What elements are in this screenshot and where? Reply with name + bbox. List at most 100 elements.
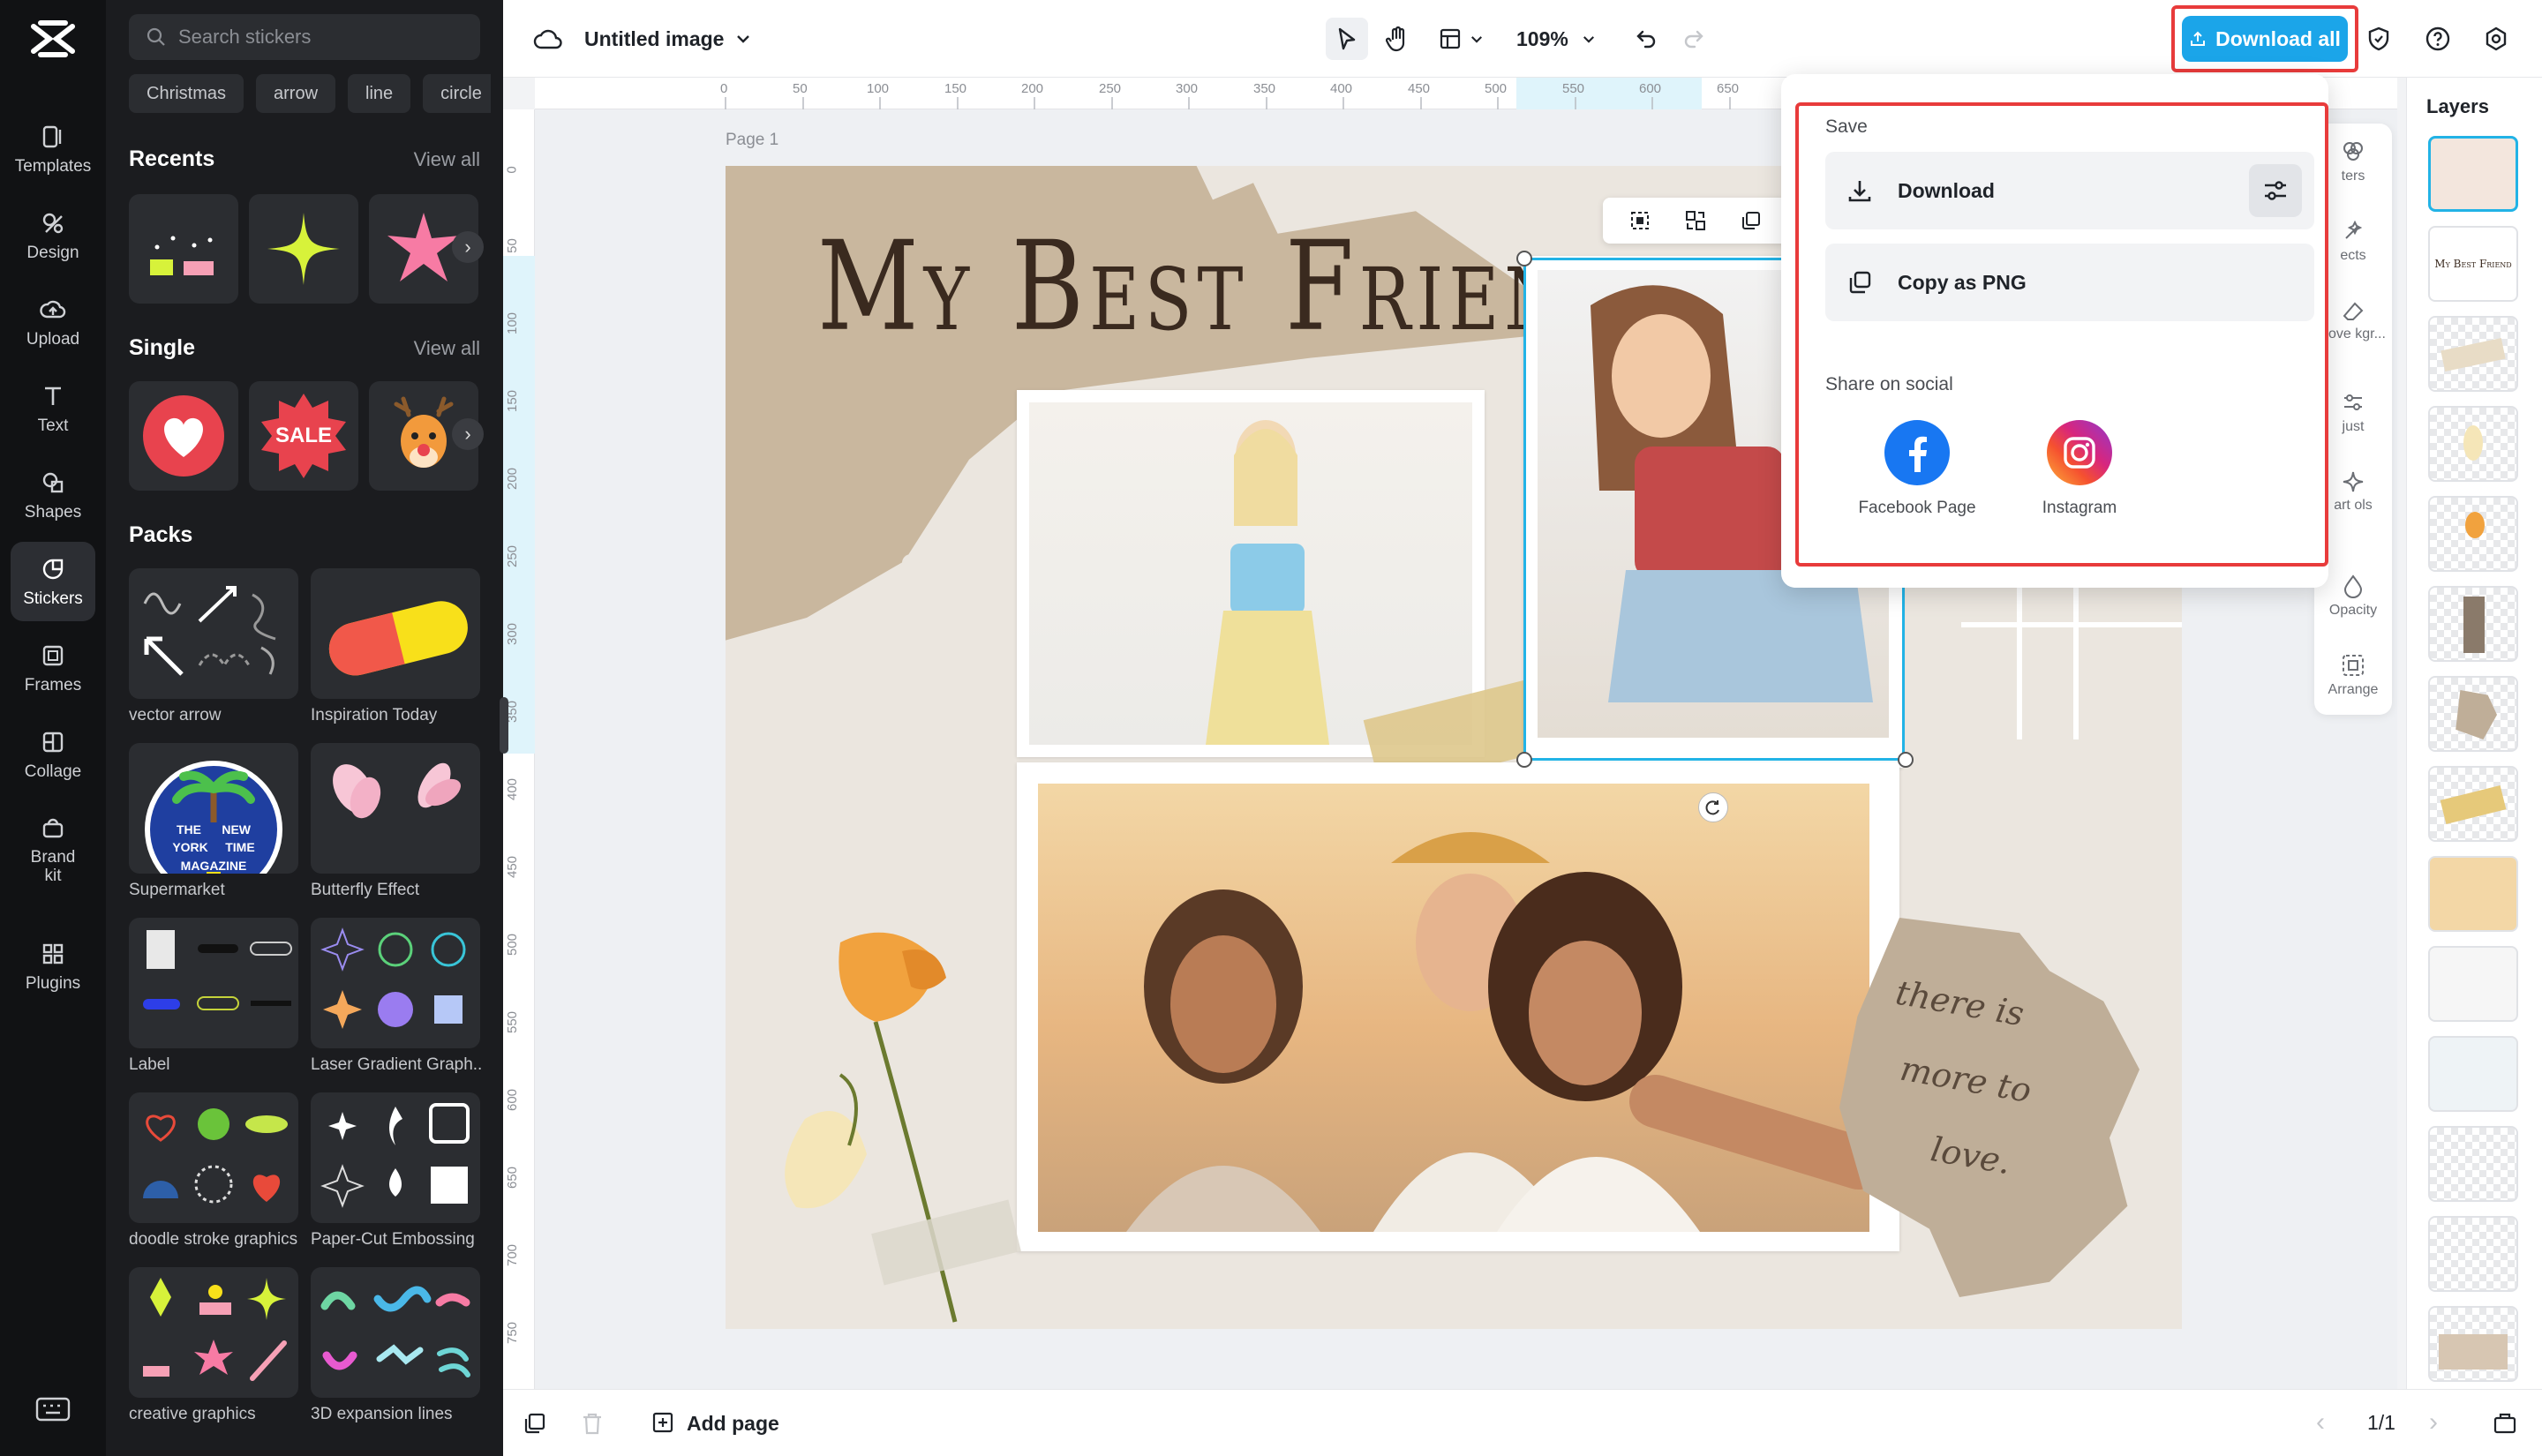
chip-circle[interactable]: circle — [423, 74, 491, 113]
layer-photo-friends[interactable] — [2428, 856, 2518, 932]
settings-button[interactable] — [2484, 0, 2508, 78]
tool-arrange[interactable]: Arrange — [2314, 653, 2392, 698]
photo-three-friends[interactable] — [1038, 784, 1885, 1232]
add-page-button[interactable]: Add page — [651, 1406, 779, 1441]
pack-label: Label — [129, 1055, 170, 1074]
layer-torn-note[interactable] — [2428, 676, 2518, 752]
pack-creative-graphics[interactable] — [129, 1267, 298, 1398]
layer-photo-girl-blue[interactable] — [2428, 1036, 2518, 1112]
layer-torn-strip[interactable] — [2428, 586, 2518, 662]
creative-shapes-icon — [143, 1278, 287, 1381]
ruler-label: 400 — [505, 777, 521, 801]
chevron-down-icon — [1471, 35, 1482, 43]
pack-label-stickers[interactable] — [129, 918, 298, 1048]
chip-arrow[interactable]: arrow — [256, 74, 336, 113]
pack-label: Supermarket — [129, 881, 225, 899]
duplicate-icon[interactable] — [1740, 209, 1763, 232]
zoom-dropdown[interactable]: 109% — [1516, 0, 1595, 78]
ruler-label: 200 — [1021, 81, 1044, 96]
pack-vector-arrow[interactable] — [129, 568, 298, 699]
resize-handle[interactable] — [1516, 752, 1532, 768]
rail-brand-kit[interactable]: Brand kit — [11, 801, 95, 898]
rail-frames[interactable]: Frames — [11, 628, 95, 708]
ruler-label: 100 — [867, 81, 890, 96]
undo-button[interactable] — [1635, 0, 1658, 78]
chip-christmas[interactable]: Christmas — [129, 74, 244, 113]
keyboard-icon[interactable] — [35, 1396, 71, 1422]
help-button[interactable] — [2425, 0, 2450, 78]
pack-label: Laser Gradient Graph... — [311, 1055, 484, 1074]
ruler-label: 450 — [505, 855, 521, 879]
layer-photo-girl-smiling[interactable] — [2428, 136, 2518, 212]
panel-collapse-handle[interactable] — [500, 697, 508, 754]
rail-stickers[interactable]: Stickers — [11, 542, 95, 621]
rail-upload[interactable]: Upload — [11, 282, 95, 362]
badge-line: NEW — [222, 822, 251, 837]
resize-handle[interactable] — [1516, 251, 1532, 266]
pack-paper-cut[interactable] — [311, 1092, 480, 1223]
shield-button[interactable] — [2367, 0, 2390, 78]
rail-collage[interactable]: Collage — [11, 715, 95, 794]
layout-dropdown[interactable] — [1439, 0, 1483, 78]
single-sticker-heart[interactable] — [129, 381, 238, 491]
photo-frame-1[interactable] — [1017, 390, 1485, 757]
layer-flower-orange[interactable] — [2428, 496, 2518, 572]
select-tool-button[interactable] — [1326, 0, 1368, 78]
single-next-button[interactable]: › — [452, 418, 484, 450]
duplicate-page-icon[interactable] — [523, 1411, 547, 1436]
single-sticker-sale[interactable]: SALE — [249, 381, 358, 491]
redo-button[interactable] — [1682, 0, 1705, 78]
photo-frame-3[interactable] — [1017, 762, 1899, 1251]
recents-view-all[interactable]: View all — [414, 148, 480, 171]
rotate-icon — [1705, 800, 1719, 815]
crop-select-icon[interactable] — [1628, 209, 1651, 232]
trash-icon[interactable] — [581, 1411, 604, 1436]
pack-butterfly-effect[interactable] — [311, 743, 480, 874]
chip-line[interactable]: line — [348, 74, 411, 113]
cloud-save-button[interactable] — [533, 0, 563, 78]
capcut-logo-icon — [31, 20, 75, 57]
sticker-search-input[interactable]: Search stickers — [129, 14, 480, 60]
layout-icon — [1440, 28, 1461, 49]
plugins-icon — [42, 943, 64, 964]
hand-tool-button[interactable] — [1386, 0, 1410, 78]
rail-plugins[interactable]: Plugins — [11, 927, 95, 1006]
pack-doodle-stroke[interactable] — [129, 1092, 298, 1223]
rail-templates[interactable]: Templates — [11, 109, 95, 189]
page-manager-icon[interactable] — [2493, 1411, 2517, 1436]
pack-supermarket[interactable]: THE NEW YORK TIME MAGAZINE — [129, 743, 298, 874]
headline-text[interactable]: My Best Friend — [817, 215, 1630, 359]
pack-laser-gradient[interactable] — [311, 918, 480, 1048]
rail-text[interactable]: Text — [11, 369, 95, 448]
rotate-handle[interactable] — [1698, 792, 1728, 822]
layer-empty-2[interactable] — [2428, 1216, 2518, 1292]
layer-frame-white[interactable] — [2428, 946, 2518, 1022]
layer-tape-strip[interactable] — [2428, 316, 2518, 392]
poppy-flower-sticker[interactable] — [778, 916, 1061, 1329]
rail-design[interactable]: Design — [11, 196, 95, 275]
layer-paper-bg[interactable] — [2428, 1306, 2518, 1382]
layer-empty-1[interactable] — [2428, 1126, 2518, 1202]
prev-page-icon[interactable]: ‹ — [2316, 1407, 2325, 1437]
replace-icon[interactable] — [1684, 209, 1707, 232]
next-page-icon[interactable]: › — [2429, 1407, 2438, 1437]
layer-tape-yellow[interactable] — [2428, 766, 2518, 842]
recent-sticker-2[interactable] — [249, 194, 358, 304]
layer-flower-yellow[interactable] — [2428, 406, 2518, 482]
doc-title-dropdown[interactable]: Untitled image — [584, 0, 750, 78]
zoom-value: 109% — [1516, 26, 1568, 50]
rail-shapes[interactable]: Shapes — [11, 455, 95, 535]
single-view-all[interactable]: View all — [414, 337, 480, 360]
recents-next-button[interactable]: › — [452, 231, 484, 263]
note-handwriting: there is more to love. — [1864, 956, 2094, 1208]
left-rail: Templates Design Upload Text Shapes Stic… — [0, 0, 106, 1456]
pack-3d-expansion[interactable] — [311, 1267, 480, 1398]
doc-title: Untitled image — [584, 26, 725, 50]
resize-handle[interactable] — [1898, 752, 1914, 768]
chevron-right-icon: › — [464, 423, 471, 445]
pack-inspiration-today[interactable] — [311, 568, 480, 699]
ruler-label: 500 — [505, 933, 521, 957]
recent-sticker-1[interactable] — [129, 194, 238, 304]
photo-girl-blue-top[interactable] — [1029, 402, 1472, 745]
layer-headline-text[interactable]: My Best Friend — [2428, 226, 2518, 302]
